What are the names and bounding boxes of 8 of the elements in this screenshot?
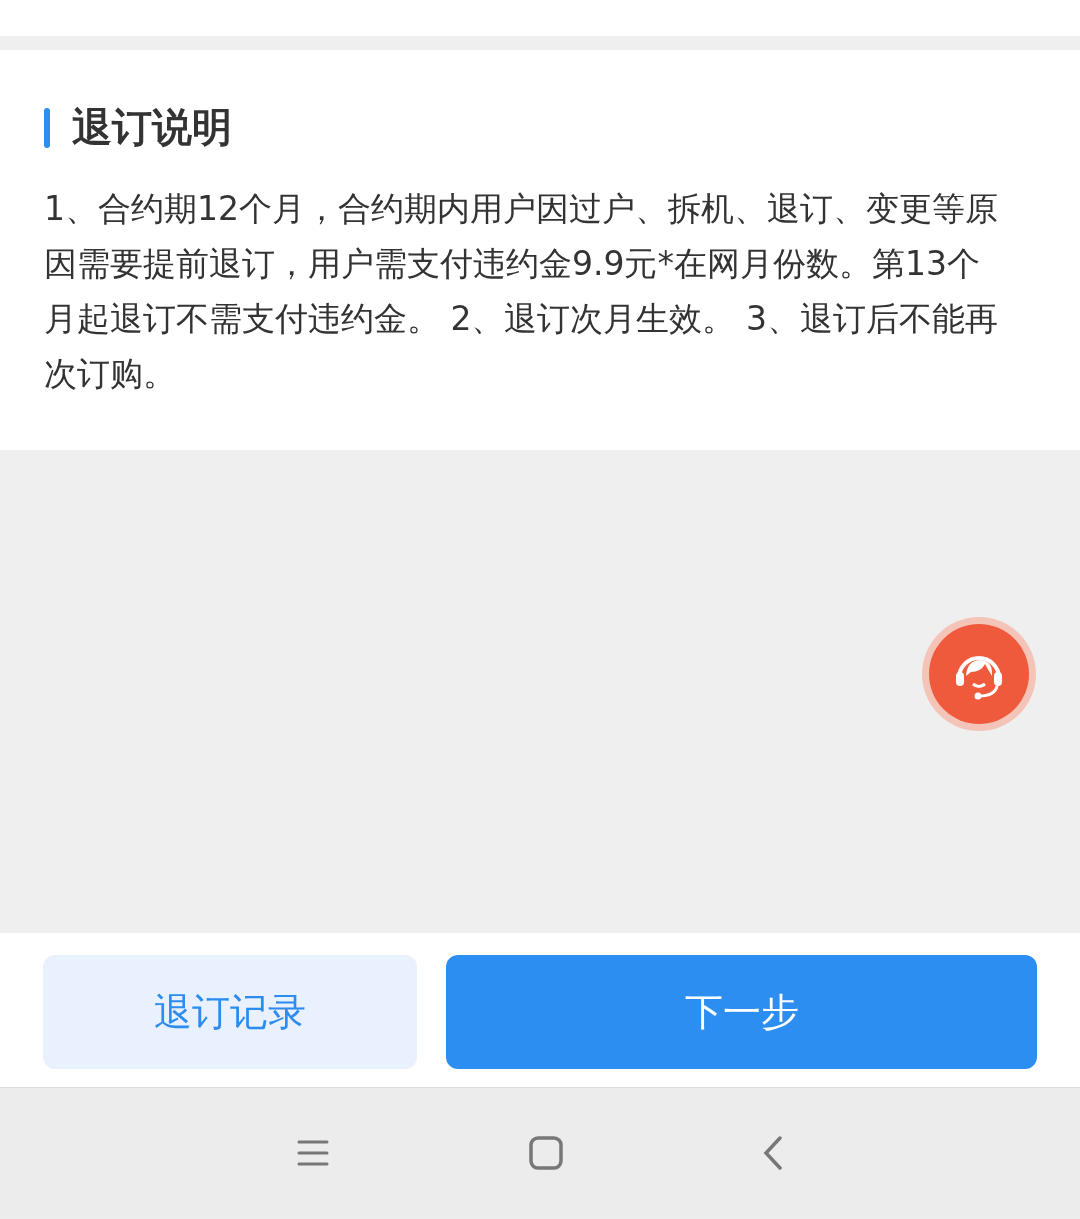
back-icon[interactable]	[763, 1136, 783, 1170]
next-button[interactable]: 下一步	[446, 955, 1037, 1069]
menu-icon[interactable]	[297, 1139, 329, 1167]
records-button[interactable]: 退订记录	[43, 955, 417, 1069]
description-text: 1、合约期12个月，合约期内用户因过户、拆机、退订、变更等原因需要提前退订，用户需支付违约金9.9元*在网月份数。第13个月起退订不需支付违约金。 2、退订次月生效。 3、退订后不能再次订购。	[44, 188, 999, 395]
accent-bar	[44, 107, 50, 148]
section-title: 退订说明	[72, 103, 232, 152]
home-icon[interactable]	[529, 1136, 563, 1170]
